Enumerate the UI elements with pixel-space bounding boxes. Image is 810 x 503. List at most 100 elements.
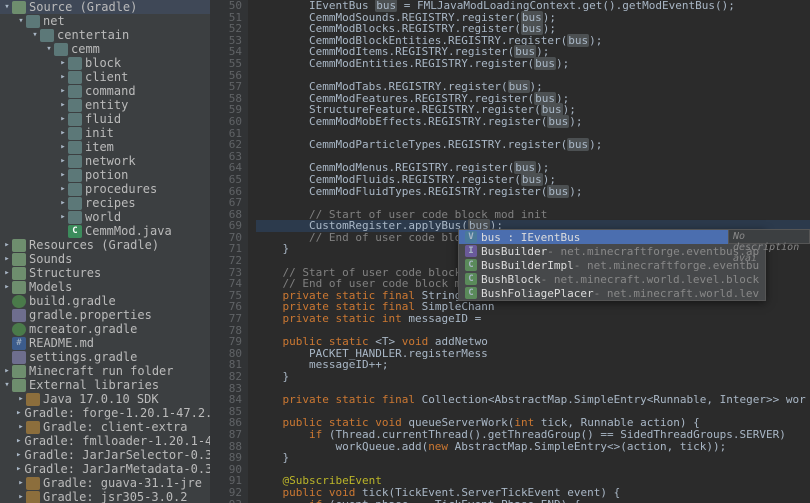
tree-item[interactable]: ▸Gradle: jsr305-3.0.2 bbox=[0, 490, 210, 503]
tree-item-label: Java 17.0.10 SDK bbox=[43, 392, 159, 406]
tree-item[interactable]: ▸command bbox=[0, 84, 210, 98]
code-line[interactable]: private static int messageID = bbox=[256, 313, 810, 325]
tree-arrow-icon[interactable]: ▸ bbox=[2, 366, 12, 376]
tree-item[interactable]: build.gradle bbox=[0, 294, 210, 308]
completion-source: - net.minecraft.world.lev bbox=[594, 287, 760, 300]
tree-arrow-icon[interactable]: ▾ bbox=[2, 380, 12, 390]
code-line[interactable]: } bbox=[256, 452, 810, 464]
tree-arrow-icon[interactable]: ▸ bbox=[58, 100, 68, 110]
tree-item[interactable]: ▾Source (Gradle) bbox=[0, 0, 210, 14]
tree-item[interactable]: gradle.properties bbox=[0, 308, 210, 322]
tree-item[interactable]: ▸Models bbox=[0, 280, 210, 294]
tree-item[interactable]: ▸recipes bbox=[0, 196, 210, 210]
tree-item[interactable]: ▸Gradle: JarJarSelector-0.3.19 bbox=[0, 448, 210, 462]
code-line[interactable]: CemmModMobEffects.REGISTRY.register(bus)… bbox=[256, 116, 810, 128]
folder-icon bbox=[12, 379, 26, 392]
code-line[interactable]: CemmModFluids.REGISTRY.register(bus); bbox=[256, 174, 810, 186]
tree-item[interactable]: ▸world bbox=[0, 210, 210, 224]
tree-item-label: fluid bbox=[85, 112, 121, 126]
tree-item[interactable]: settings.gradle bbox=[0, 350, 210, 364]
tree-arrow-icon[interactable]: ▸ bbox=[58, 170, 68, 180]
tree-item[interactable]: ▸ item bbox=[0, 140, 210, 154]
tree-item[interactable]: ▾External libraries bbox=[0, 378, 210, 392]
tree-item[interactable]: ▸Gradle: forge-1.20.1-47.2.0_mapped_offi… bbox=[0, 406, 210, 420]
tree-arrow-icon[interactable]: ▸ bbox=[16, 408, 21, 418]
tree-item[interactable]: mcreator.gradle bbox=[0, 322, 210, 336]
code-line[interactable]: messageID++; bbox=[256, 359, 810, 371]
code-line[interactable]: if (Thread.currentThread().getThreadGrou… bbox=[256, 429, 810, 441]
tree-item[interactable]: ▸potion bbox=[0, 168, 210, 182]
tree-item[interactable]: ▸Gradle: fmlloader-1.20.1-47.2.0 bbox=[0, 434, 210, 448]
tree-item[interactable]: ▸procedures bbox=[0, 182, 210, 196]
tree-item[interactable]: ▸ Java 17.0.10 SDK bbox=[0, 392, 210, 406]
code-line[interactable]: private static final Collection<Abstract… bbox=[256, 394, 810, 406]
tree-arrow-icon[interactable]: ▸ bbox=[58, 114, 68, 124]
project-tree[interactable]: ▾Source (Gradle)▾net▾centertain▾cemm▸blo… bbox=[0, 0, 210, 503]
tree-arrow-icon[interactable]: ▸ bbox=[58, 86, 68, 96]
tree-arrow-icon[interactable]: ▾ bbox=[30, 30, 40, 40]
conf-icon bbox=[12, 309, 26, 322]
tree-arrow-icon[interactable]: ▸ bbox=[16, 422, 26, 432]
tree-arrow-icon[interactable]: ▸ bbox=[58, 184, 68, 194]
tree-item[interactable]: ▸Gradle: client-extra bbox=[0, 420, 210, 434]
tree-arrow-icon[interactable]: ▾ bbox=[44, 44, 54, 54]
tree-item[interactable]: ▾net bbox=[0, 14, 210, 28]
tree-item[interactable]: ▸Sounds bbox=[0, 252, 210, 266]
completion-kind-icon: C bbox=[465, 287, 477, 299]
tree-arrow-icon[interactable]: ▸ bbox=[58, 142, 68, 152]
tree-item[interactable]: ▸Resources (Gradle) bbox=[0, 238, 210, 252]
tree-arrow-icon[interactable]: ▾ bbox=[16, 16, 26, 26]
tree-item-label: item bbox=[85, 140, 114, 154]
tree-arrow-icon[interactable]: ▸ bbox=[58, 72, 68, 82]
tree-item[interactable]: ▸Gradle: JarJarMetadata-0.3.19 bbox=[0, 462, 210, 476]
conf-icon bbox=[12, 351, 26, 364]
code-line[interactable]: CemmModParticleTypes.REGISTRY.register(b… bbox=[256, 139, 810, 151]
tree-arrow-icon[interactable]: ▸ bbox=[16, 450, 21, 460]
autocomplete-popup[interactable]: Vbus : IEventBusIBusBuilder - net.minecr… bbox=[458, 229, 766, 301]
code-line[interactable]: CemmModTabs.REGISTRY.register(bus); bbox=[256, 81, 810, 93]
tree-arrow-icon[interactable]: ▸ bbox=[2, 268, 12, 278]
autocomplete-item[interactable]: Vbus : IEventBus bbox=[459, 230, 765, 244]
autocomplete-item[interactable]: CBushFoliagePlacer - net.minecraft.world… bbox=[459, 286, 765, 300]
code-line[interactable]: CemmModEntities.REGISTRY.register(bus); bbox=[256, 58, 810, 70]
tree-arrow-icon[interactable]: ▸ bbox=[58, 128, 68, 138]
tree-item[interactable]: #README.md bbox=[0, 336, 210, 350]
autocomplete-item[interactable]: CBusBuilderImpl - net.minecraftforge.eve… bbox=[459, 258, 765, 272]
tree-item[interactable]: ▸entity bbox=[0, 98, 210, 112]
tree-arrow-icon[interactable]: ▸ bbox=[58, 156, 68, 166]
tree-item[interactable]: ▾centertain bbox=[0, 28, 210, 42]
code-editor[interactable]: 5051525354555657585960616263646566676869… bbox=[210, 0, 810, 503]
autocomplete-item[interactable]: IBusBuilder - net.minecraftforge.eventbu… bbox=[459, 244, 765, 258]
tree-item[interactable]: ▸Minecraft run folder bbox=[0, 364, 210, 378]
tree-arrow-icon[interactable]: ▸ bbox=[16, 464, 21, 474]
tree-arrow-icon[interactable]: ▸ bbox=[2, 240, 12, 250]
code-line[interactable]: IEventBus bus = FMLJavaModLoadingContext… bbox=[256, 0, 810, 12]
tree-arrow-icon[interactable]: ▸ bbox=[2, 282, 12, 292]
tree-item[interactable]: ▸block bbox=[0, 56, 210, 70]
tree-item[interactable]: ▸Structures bbox=[0, 266, 210, 280]
tree-item[interactable]: ▸init bbox=[0, 126, 210, 140]
tree-arrow-icon[interactable]: ▸ bbox=[2, 254, 12, 264]
code-line[interactable]: CemmModFluidTypes.REGISTRY.register(bus)… bbox=[256, 186, 810, 198]
tree-arrow-icon[interactable]: ▾ bbox=[2, 2, 12, 12]
tree-arrow-icon[interactable]: ▸ bbox=[16, 394, 26, 404]
tree-item[interactable]: ▸ fluid bbox=[0, 112, 210, 126]
code-line[interactable]: workQueue.add(new AbstractMap.SimpleEntr… bbox=[256, 441, 810, 453]
tree-arrow-icon[interactable]: ▸ bbox=[16, 436, 21, 446]
tree-arrow-icon[interactable]: ▸ bbox=[16, 492, 26, 502]
tree-item[interactable]: ▸client bbox=[0, 70, 210, 84]
tree-item[interactable]: CCemmMod.java bbox=[0, 224, 210, 238]
tree-item[interactable]: ▾cemm bbox=[0, 42, 210, 56]
folder-icon bbox=[12, 267, 26, 280]
code-line[interactable]: public void tick(TickEvent.ServerTickEve… bbox=[256, 487, 810, 499]
tree-arrow-icon[interactable]: ▸ bbox=[58, 58, 68, 68]
tree-arrow-icon[interactable]: ▸ bbox=[16, 478, 26, 488]
tree-arrow-icon[interactable]: ▸ bbox=[58, 212, 68, 222]
tree-item[interactable]: ▸Gradle: guava-31.1-jre bbox=[0, 476, 210, 490]
completion-kind-icon: I bbox=[465, 245, 477, 257]
code-line[interactable]: if (event.phase == TickEvent.Phase.END) … bbox=[256, 499, 810, 503]
code-line[interactable]: } bbox=[256, 371, 810, 383]
tree-arrow-icon[interactable]: ▸ bbox=[58, 198, 68, 208]
tree-item[interactable]: ▸network bbox=[0, 154, 210, 168]
autocomplete-item[interactable]: CBushBlock - net.minecraft.world.level.b… bbox=[459, 272, 765, 286]
